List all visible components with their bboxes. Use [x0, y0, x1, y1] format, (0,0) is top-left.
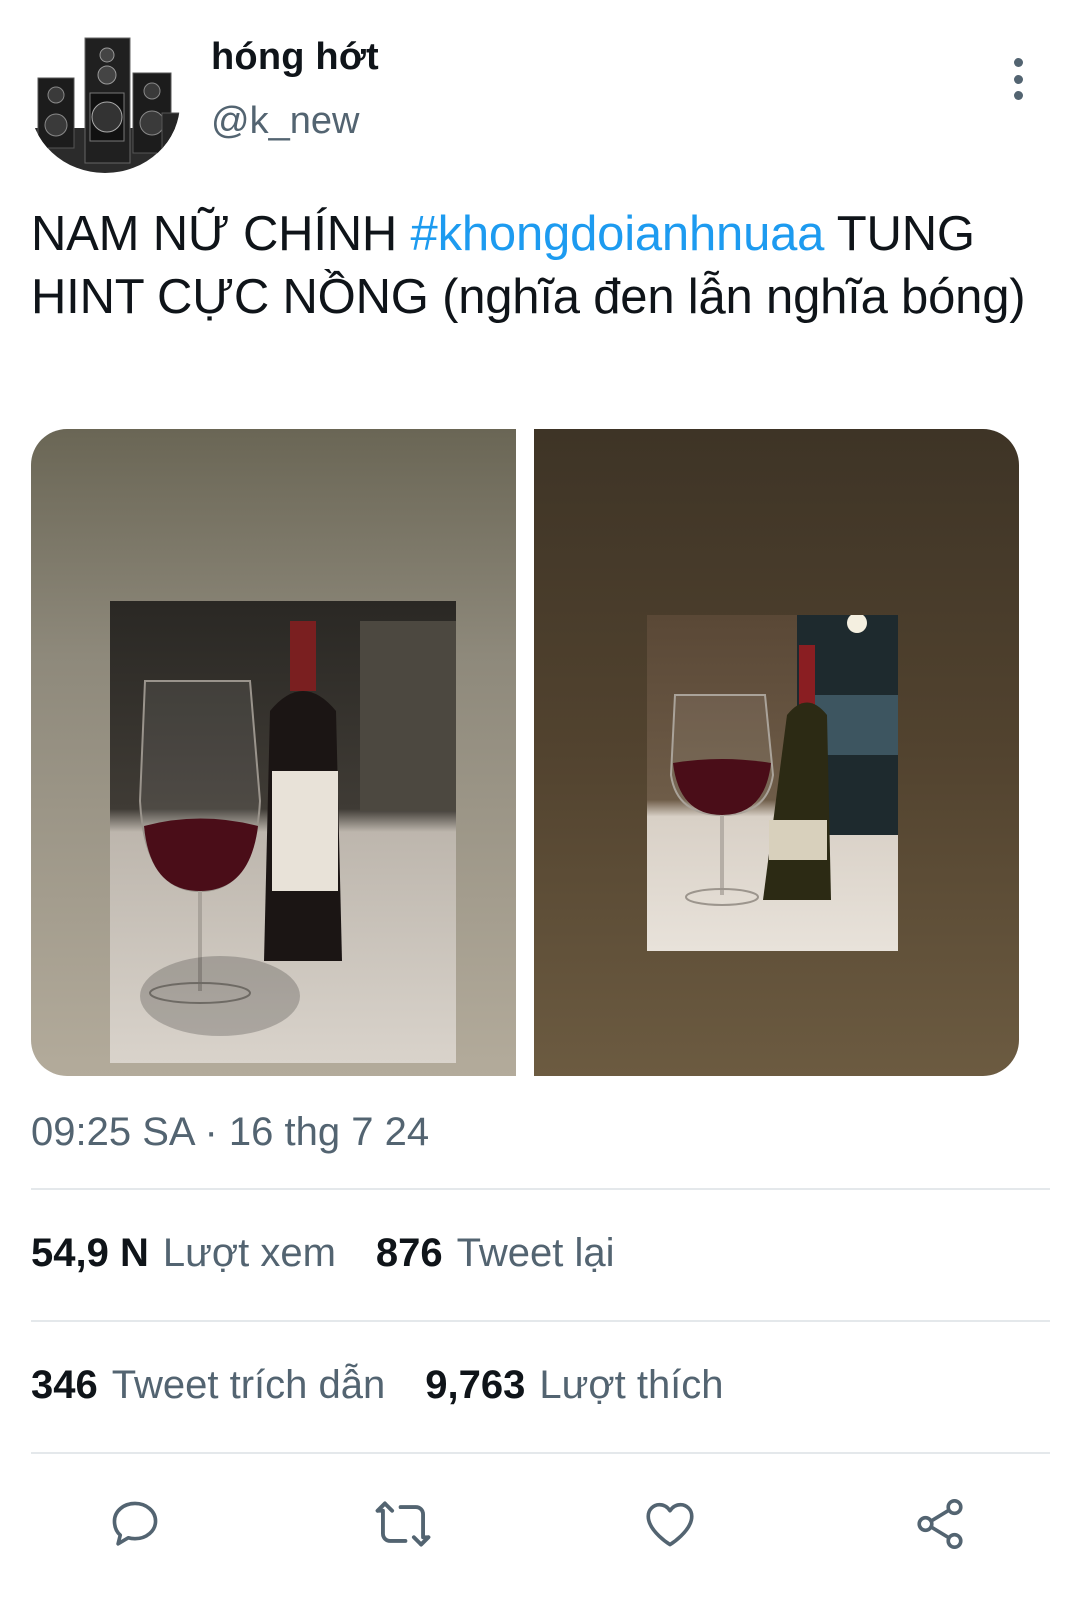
wine-photo — [110, 601, 456, 1063]
tweet-text: NAM NỮ CHÍNH #khongdoianhnuaa TUNG HINT … — [31, 203, 1061, 329]
media-item[interactable] — [31, 429, 516, 1076]
tweet-timestamp[interactable]: 09:25 SA · 16 thg 7 24 — [31, 1110, 429, 1155]
retweet-icon[interactable] — [373, 1494, 433, 1554]
quotes-count[interactable]: 346 — [31, 1363, 98, 1408]
more-dot — [1013, 91, 1023, 100]
views-count: 54,9 N — [31, 1231, 149, 1275]
divider — [31, 1188, 1050, 1190]
avatar[interactable] — [30, 33, 180, 173]
reply-icon[interactable] — [105, 1494, 165, 1554]
views-label: Lượt xem — [162, 1231, 336, 1275]
likes-count[interactable]: 9,763 — [425, 1363, 525, 1408]
tweet-detail: hóng hớt @k_new NAM NỮ CHÍNH #khongdoian… — [0, 0, 1080, 1617]
more-dot — [1013, 58, 1023, 67]
display-name[interactable]: hóng hớt — [211, 36, 379, 79]
tweet-media-grid — [31, 429, 1019, 1076]
speaker-system-avatar-icon — [30, 33, 180, 173]
divider — [31, 1320, 1050, 1322]
user-handle[interactable]: @k_new — [211, 100, 359, 143]
retweets-label[interactable]: Tweet lại — [457, 1231, 615, 1276]
wine-photo — [647, 615, 898, 951]
retweets-count[interactable]: 876 — [376, 1231, 443, 1276]
quotes-label[interactable]: Tweet trích dẫn — [112, 1363, 385, 1408]
more-options-icon[interactable] — [996, 52, 1040, 106]
more-dot — [1013, 74, 1023, 84]
stats-row-views-retweets: 54,9 N Lượt xem 876 Tweet lại — [31, 1231, 655, 1276]
likes-label[interactable]: Lượt thích — [539, 1363, 723, 1408]
like-icon[interactable] — [640, 1494, 700, 1554]
tweet-text-part: NAM NỮ CHÍNH — [31, 207, 411, 261]
share-icon[interactable] — [910, 1494, 970, 1554]
media-item[interactable] — [534, 429, 1019, 1076]
hashtag-link[interactable]: #khongdoianhnuaa — [411, 207, 825, 261]
divider — [31, 1452, 1050, 1454]
stats-row-quotes-likes: 346 Tweet trích dẫn 9,763 Lượt thích — [31, 1363, 764, 1408]
